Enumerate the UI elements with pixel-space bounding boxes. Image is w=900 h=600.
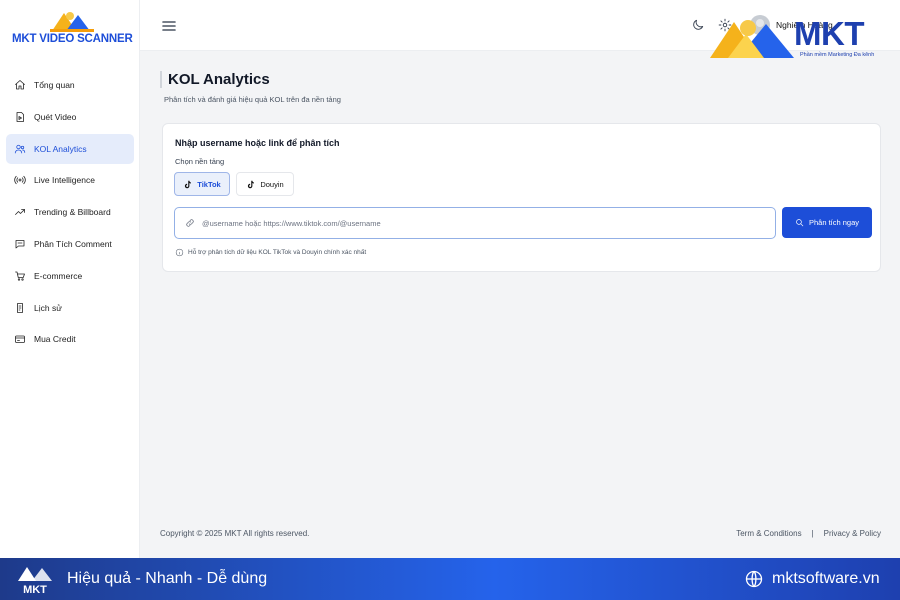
platform-douyin-label: Douyin [260, 179, 284, 189]
footer-separator: | [811, 529, 814, 538]
sidebar-item-label: Live Intelligence [34, 175, 95, 186]
analyze-button-label: Phân tích ngay [808, 218, 860, 227]
logo-mark-icon [50, 12, 94, 32]
brand-tagline: Phần mềm Marketing Đa kênh [800, 52, 875, 58]
sidebar-item-live-intelligence[interactable]: Live Intelligence [6, 165, 134, 195]
home-icon [14, 79, 26, 91]
moon-icon[interactable] [691, 18, 705, 32]
tiktok-icon [185, 180, 192, 188]
sidebar-item-label: Trending & Billboard [34, 207, 111, 218]
mkt-banner-logo-icon: MKT [18, 567, 52, 595]
platform-tiktok-label: TikTok [197, 179, 221, 189]
search-icon [796, 219, 804, 227]
banner-slogan: Hiệu quả - Nhanh - Dễ dùng [67, 570, 268, 587]
support-hint-text: Hỗ trợ phân tích dữ liệu KOL TikTok và D… [188, 249, 367, 256]
copyright-text: Copyright © 2025 MKT All rights reserved… [160, 529, 310, 538]
sidebar-item-label: Tổng quan [34, 80, 75, 90]
platform-tiktok-button[interactable]: TikTok [174, 172, 230, 196]
sidebar-item-kol-analytics[interactable]: KOL Analytics [6, 133, 134, 164]
broadcast-icon [14, 174, 26, 186]
promo-banner: MKT Hiệu quả - Nhanh - Dễ dùng mktsoftwa… [0, 558, 900, 600]
footer-links: Term & Conditions | Privacy & Policy [736, 529, 881, 538]
kol-search-input[interactable] [202, 218, 762, 228]
sidebar-item-label: Mua Credit [34, 334, 76, 345]
comment-icon [14, 238, 26, 250]
banner-logo-text: MKT [23, 584, 47, 595]
info-icon [175, 248, 184, 257]
menu-icon[interactable] [162, 19, 176, 31]
mkt-logo-mark-icon [710, 20, 794, 58]
sidebar-item-label: KOL Analytics [34, 143, 87, 154]
page-title: KOL Analytics [160, 71, 270, 88]
sidebar-item-trending-billboard[interactable]: Trending & Billboard [6, 197, 134, 227]
sidebar-item-label: Lịch sử [34, 302, 62, 313]
page-subtitle: Phân tích và đánh giá hiệu quả KOL trên … [164, 95, 341, 104]
terms-link[interactable]: Term & Conditions [736, 529, 801, 538]
kol-search-card: Nhập username hoặc link để phân tích Chọ… [162, 123, 881, 272]
sidebar-item-mua-credit[interactable]: Mua Credit [6, 324, 134, 354]
sidebar-nav: Tổng quan Quét Video KOL Analytics Live … [6, 70, 134, 356]
sidebar-item-label: Quét Video [34, 111, 77, 122]
sidebar-item-label: E-commerce [34, 270, 83, 281]
analyze-button[interactable]: Phân tích ngay [782, 207, 872, 238]
platform-label: Chọn nền tảng [175, 157, 225, 166]
privacy-link[interactable]: Privacy & Policy [824, 529, 881, 538]
sidebar-item-lich-su[interactable]: Lịch sử [6, 293, 134, 323]
users-icon [14, 143, 26, 155]
trending-icon [14, 206, 26, 218]
sidebar-item-quet-video[interactable]: Quét Video [6, 102, 134, 132]
app-logo-text: MKT VIDEO SCANNER [12, 33, 133, 45]
card-title: Nhập username hoặc link để phân tích [175, 138, 340, 148]
sidebar-item-phan-tich-comment[interactable]: Phân Tích Comment [6, 229, 134, 259]
sidebar-item-e-commerce[interactable]: E-commerce [6, 261, 134, 291]
app-logo[interactable]: MKT VIDEO SCANNER [12, 8, 133, 48]
credit-card-icon [14, 333, 26, 345]
sidebar-item-label: Phân Tích Comment [34, 238, 112, 249]
history-icon [14, 302, 26, 314]
link-icon [186, 219, 194, 227]
globe-icon [745, 570, 763, 588]
brand-name: MKT [794, 15, 864, 52]
mkt-brand-logo: MKT Phần mềm Marketing Đa kênh [708, 14, 893, 64]
kol-search-field[interactable] [174, 207, 776, 239]
video-scan-icon [14, 111, 26, 123]
sidebar: MKT VIDEO SCANNER Tổng quan Quét Video K… [0, 0, 140, 558]
platform-douyin-button[interactable]: Douyin [236, 172, 294, 196]
support-hint: Hỗ trợ phân tích dữ liệu KOL TikTok và D… [175, 248, 366, 257]
sidebar-item-tong-quan[interactable]: Tổng quan [6, 70, 134, 100]
banner-website[interactable]: mktsoftware.vn [772, 570, 880, 588]
cart-icon [14, 270, 26, 282]
douyin-icon [248, 180, 255, 188]
